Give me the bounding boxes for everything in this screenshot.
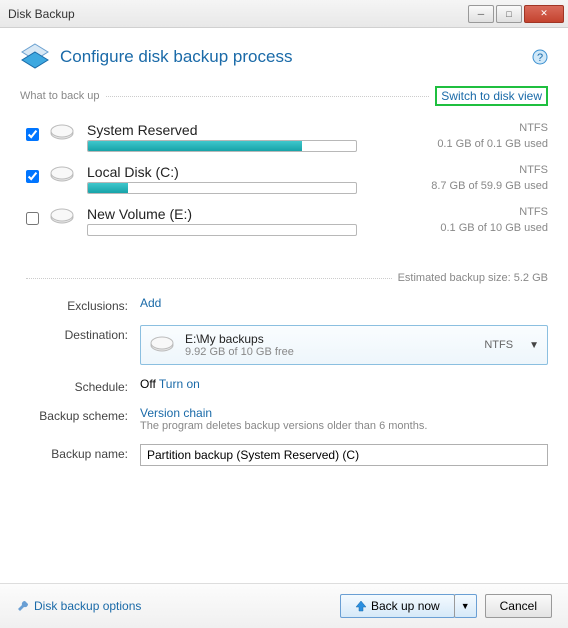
page-title: Configure disk backup process [60,47,292,67]
destination-path: E:\My backups [185,332,474,346]
volume-checkbox[interactable] [26,212,39,225]
destination-fs: NTFS [484,339,513,351]
volume-usage-bar [87,182,357,194]
svg-text:?: ? [537,52,543,64]
destination-free: 9.92 GB of 10 GB free [185,346,474,358]
minimize-button[interactable]: ─ [468,5,494,23]
volume-name: Local Disk (C:) [87,164,410,180]
volume-checkbox[interactable] [26,128,39,141]
volume-list: System Reserved NTFS 0.1 GB of 0.1 GB us… [20,116,548,242]
exclusions-label: Exclusions: [20,296,140,313]
scheme-desc: The program deletes backup versions olde… [140,420,548,432]
chevron-down-icon: ▼ [529,340,539,351]
divider [106,96,430,97]
destination-selector[interactable]: E:\My backups 9.92 GB of 10 GB free NTFS… [140,325,548,365]
volume-name: System Reserved [87,122,410,138]
disk-icon [49,208,77,226]
help-icon[interactable]: ? [532,49,548,65]
divider [26,278,392,279]
volume-usage-bar [87,224,357,236]
schedule-label: Schedule: [20,377,140,394]
cancel-button[interactable]: Cancel [485,594,552,618]
volume-row: New Volume (E:) NTFS 0.1 GB of 10 GB use… [20,200,548,242]
backup-now-dropdown[interactable]: ▼ [454,594,477,618]
close-button[interactable]: ✕ [524,5,564,23]
what-to-backup-label: What to back up [20,90,100,102]
footer: Disk backup options Back up now ▼ Cancel [0,583,568,628]
chevron-down-icon: ▼ [461,601,470,611]
destination-label: Destination: [20,325,140,342]
switch-to-disk-view-link[interactable]: Switch to disk view [435,86,548,106]
volume-usage-bar [87,140,357,152]
schedule-turn-on-link[interactable]: Turn on [159,377,200,391]
scheme-label: Backup scheme: [20,406,140,423]
volume-usage-text: 8.7 GB of 59.9 GB used [418,180,548,192]
titlebar[interactable]: Disk Backup ─ □ ✕ [0,0,568,28]
volume-fs: NTFS [418,164,548,176]
estimate-label: Estimated backup size: [398,272,511,284]
backup-name-label: Backup name: [20,444,140,461]
disk-icon [149,336,175,354]
schedule-status: Off [140,377,156,391]
volume-usage-text: 0.1 GB of 10 GB used [418,222,548,234]
volume-usage-text: 0.1 GB of 0.1 GB used [418,138,548,150]
disk-backup-options-link[interactable]: Disk backup options [16,599,141,613]
volume-checkbox[interactable] [26,170,39,183]
window-title: Disk Backup [8,7,466,21]
volume-fs: NTFS [418,206,548,218]
backup-icon [20,42,50,72]
estimate-value: 5.2 GB [514,272,548,284]
maximize-button[interactable]: □ [496,5,522,23]
disk-icon [49,124,77,142]
volume-row: System Reserved NTFS 0.1 GB of 0.1 GB us… [20,116,548,158]
wrench-icon [16,599,30,613]
exclusions-add-link[interactable]: Add [140,296,161,310]
up-arrow-icon [355,600,367,612]
scheme-name-link[interactable]: Version chain [140,406,212,420]
volume-row: Local Disk (C:) NTFS 8.7 GB of 59.9 GB u… [20,158,548,200]
backup-now-button[interactable]: Back up now [340,594,455,618]
disk-icon [49,166,77,184]
backup-name-input[interactable] [140,444,548,466]
volume-name: New Volume (E:) [87,206,410,222]
volume-fs: NTFS [418,122,548,134]
